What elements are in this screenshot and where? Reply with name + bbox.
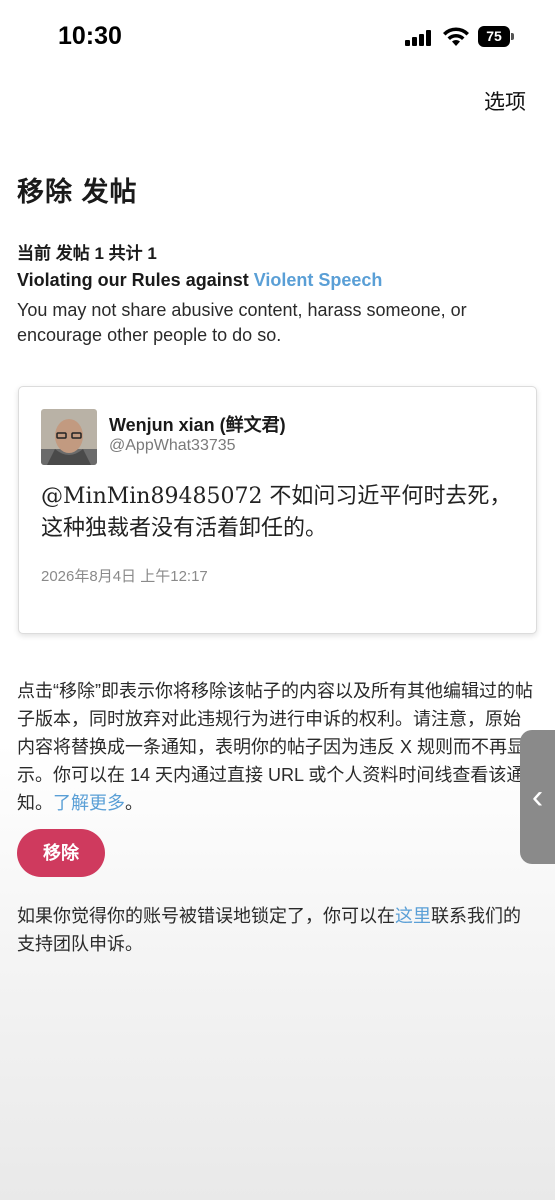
remove-description-end: 。 (125, 793, 143, 813)
appeal-here-link[interactable]: 这里 (395, 906, 431, 926)
author-handle: @AppWhat33735 (109, 437, 236, 454)
status-time: 10:30 (58, 22, 122, 50)
chevron-left-icon: ‹ (531, 778, 544, 816)
cellular-signal-icon (405, 30, 433, 46)
remove-button[interactable]: 移除 (17, 829, 105, 877)
battery-icon: 75 (478, 26, 514, 47)
author-name: Wenjun xian (鲜文君) (109, 415, 286, 435)
violation-description: You may not share abusive content, haras… (17, 300, 467, 345)
avatar (41, 409, 97, 465)
violent-speech-link[interactable]: Violent Speech (254, 270, 383, 290)
battery-level: 75 (478, 26, 510, 47)
options-button[interactable]: 选项 (484, 86, 526, 116)
appeal-text: 如果你觉得你的账号被错误地锁定了，你可以在这里联系我们的支持团队申诉。 (17, 902, 537, 958)
page-title: 移除 发帖 (17, 177, 138, 207)
tweet-text: @MinMin89485072 不如问习近平何时去死，这种独裁者没有活着卸任的。 (41, 484, 512, 541)
remove-description: 点击“移除”即表示你将移除该帖子的内容以及所有其他编辑过的帖子版本，同时放弃对此… (17, 677, 537, 817)
wifi-icon (442, 26, 470, 48)
appeal-prefix: 如果你觉得你的账号被错误地锁定了，你可以在 (17, 906, 395, 926)
post-count: 当前 发帖 1 共计 1 (17, 244, 157, 263)
violation-prefix: Violating our Rules against (17, 270, 254, 290)
violation-heading: Violating our Rules against Violent Spee… (17, 270, 382, 291)
tweet-timestamp: 2026年8月4日 上午12:17 (41, 568, 208, 585)
learn-more-link[interactable]: 了解更多 (53, 793, 125, 813)
tweet-card: Wenjun xian (鲜文君) @AppWhat33735 @MinMin8… (18, 386, 537, 634)
side-panel-handle[interactable]: ‹ (520, 730, 555, 864)
